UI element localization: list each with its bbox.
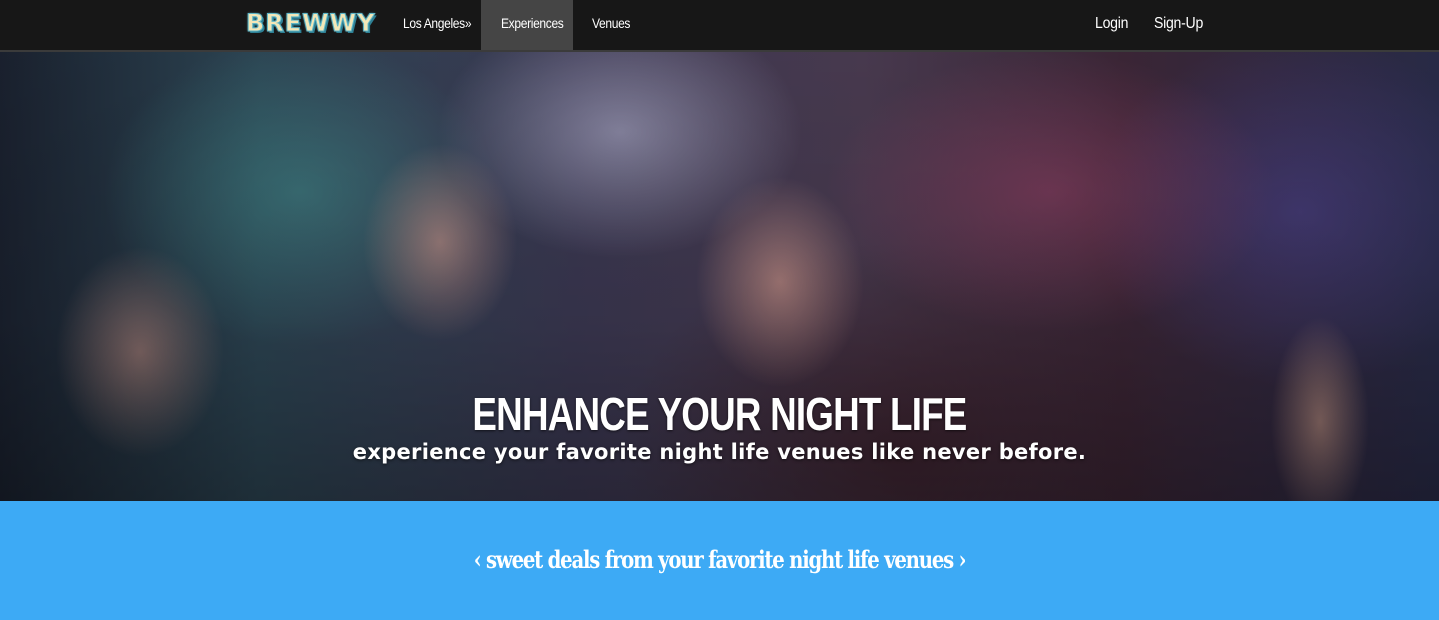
hero-title: ENHANCE YOUR NIGHT LIFE — [472, 388, 967, 440]
nav-experiences[interactable]: Experiences — [501, 0, 564, 50]
brand-logo[interactable]: BREWWY — [246, 8, 376, 38]
deals-heading: ‹ sweet deals from your favorite night l… — [473, 545, 967, 574]
signup-link[interactable]: Sign-Up — [1154, 0, 1203, 50]
deals-band: ‹ sweet deals from your favorite night l… — [0, 501, 1439, 620]
nav-location-dropdown[interactable]: Los Angeles» — [403, 0, 472, 50]
login-link[interactable]: Login — [1095, 0, 1128, 50]
nav-venues[interactable]: Venues — [592, 0, 630, 50]
hero-subtitle: experience your favorite night life venu… — [352, 440, 1087, 464]
top-navbar: BREWWY Los Angeles» Experiences Venues L… — [0, 0, 1439, 52]
hero-banner: ENHANCE YOUR NIGHT LIFE experience your … — [0, 52, 1439, 501]
